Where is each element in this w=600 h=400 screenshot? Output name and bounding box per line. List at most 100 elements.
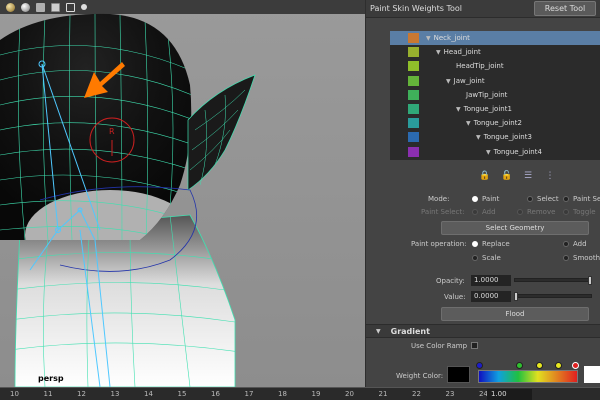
panel-header: Paint Skin Weights Tool Reset Tool xyxy=(366,0,600,18)
influence-color-swatch[interactable] xyxy=(408,118,419,129)
mode-paint-radio[interactable] xyxy=(472,196,478,202)
panel-title: Paint Skin Weights Tool xyxy=(370,4,463,13)
influence-name: ▼ Jaw_joint xyxy=(446,76,485,85)
influence-name: HeadTip_joint xyxy=(456,62,504,71)
paint-select-label: Paint Select: xyxy=(421,208,465,216)
influence-color-swatch[interactable] xyxy=(408,33,419,43)
influence-color-swatch[interactable] xyxy=(408,89,419,100)
influence-row[interactable]: ▼ Jaw_joint xyxy=(390,74,600,88)
timeline-tick-label: 16 xyxy=(211,390,220,398)
influence-name: ▼ Head_joint xyxy=(436,48,481,57)
gradient-section-header[interactable]: ▼ Gradient xyxy=(366,324,600,338)
influence-row[interactable]: HeadTip_joint xyxy=(390,59,600,73)
sort-list-icon[interactable]: ☰ xyxy=(523,172,533,181)
3d-viewport[interactable]: R persp xyxy=(0,0,365,387)
op-replace-label: Replace xyxy=(482,240,510,248)
mode-paint-select-radio[interactable] xyxy=(563,196,569,202)
opacity-slider-thumb[interactable] xyxy=(588,276,592,285)
influence-row[interactable]: JawTip_joint xyxy=(390,88,600,102)
svg-text:R: R xyxy=(109,127,115,136)
influence-row[interactable]: ▼ Head_joint xyxy=(390,45,600,59)
value-slider-thumb[interactable] xyxy=(514,292,518,301)
ramp-handle-yellow-2[interactable] xyxy=(555,362,562,369)
paint-select-toggle-label: Toggle xyxy=(573,208,596,216)
unlock-icon[interactable]: 🔓 xyxy=(501,172,512,181)
reset-tool-button[interactable]: Reset Tool xyxy=(534,1,596,16)
influence-row[interactable]: ▼ Tongue_joint4 xyxy=(390,145,600,159)
paint-select-toggle-radio[interactable] xyxy=(563,209,569,215)
flood-button[interactable]: Flood xyxy=(441,307,589,321)
timeline-tick-label: 20 xyxy=(345,390,354,398)
expand-triangle-icon[interactable]: ▼ xyxy=(476,134,481,141)
value-field[interactable]: 0.0000 xyxy=(471,291,511,302)
mode-paint-select-label: Paint Se xyxy=(573,195,600,203)
expand-triangle-icon[interactable]: ▼ xyxy=(426,35,431,42)
mode-select-radio[interactable] xyxy=(527,196,533,202)
select-geometry-button[interactable]: Select Geometry xyxy=(441,221,589,235)
op-add-radio[interactable] xyxy=(563,241,569,247)
opacity-slider[interactable] xyxy=(514,278,592,282)
tool-settings-panel: Paint Skin Weights Tool Reset Tool ▼ Neck… xyxy=(365,0,600,387)
ramp-handle-green[interactable] xyxy=(516,362,523,369)
paint-operation-label: Paint operation: xyxy=(411,240,467,248)
influence-color-swatch[interactable] xyxy=(408,75,419,86)
expand-triangle-icon[interactable]: ▼ xyxy=(436,49,441,56)
character-mesh[interactable]: R xyxy=(0,0,365,387)
influence-list-toolbar: 🔒 🔓 ☰ ⋮ xyxy=(479,172,555,181)
weight-color-label: Weight Color: xyxy=(396,372,444,380)
op-smooth-radio[interactable] xyxy=(563,255,569,261)
influence-name: ▼ Neck_joint xyxy=(426,34,470,43)
op-scale-radio[interactable] xyxy=(472,255,478,261)
op-smooth-label: Smooth xyxy=(573,254,600,262)
maya-window: R persp Paint Skin Weights Tool Reset To… xyxy=(0,0,600,400)
timeline-tick-label: 21 xyxy=(378,390,388,398)
timeline-tick-label: 19 xyxy=(311,390,321,398)
time-slider[interactable]: 10 11 12 13 14 15 16 17 18 19 20 21 22 23 24 1.00 xyxy=(0,387,600,400)
influence-row[interactable]: ▼ Neck_joint xyxy=(390,31,600,46)
ramp-handle-red[interactable] xyxy=(572,362,579,369)
influence-color-swatch[interactable] xyxy=(408,132,419,143)
expand-triangle-icon[interactable]: ▼ xyxy=(466,120,471,127)
mode-paint-label: Paint xyxy=(482,195,500,203)
current-frame-field[interactable]: 1.00 xyxy=(487,389,532,400)
mode-select-label: Select xyxy=(537,195,559,203)
tree-view-icon[interactable]: ⋮ xyxy=(545,172,555,181)
ramp-color-preview[interactable] xyxy=(584,366,600,383)
lock-icon[interactable]: 🔒 xyxy=(479,172,490,181)
influence-row[interactable]: ▼ Tongue_joint1 xyxy=(390,102,600,116)
opacity-label: Opacity: xyxy=(436,277,465,285)
timeline-tick-label: 23 xyxy=(445,390,455,398)
timeline-tick-label: 12 xyxy=(77,390,86,398)
influence-color-swatch[interactable] xyxy=(408,103,419,114)
paint-select-add-radio[interactable] xyxy=(472,209,478,215)
ramp-handle-blue[interactable] xyxy=(476,362,483,369)
opacity-field[interactable]: 1.0000 xyxy=(471,275,511,286)
paint-select-remove-label: Remove xyxy=(527,208,556,216)
influence-row[interactable]: ▼ Tongue_joint3 xyxy=(390,130,600,144)
influence-row[interactable]: ▼ Tongue_joint2 xyxy=(390,116,600,130)
expand-triangle-icon[interactable]: ▼ xyxy=(486,149,491,156)
weight-color-ramp[interactable] xyxy=(478,370,578,383)
ramp-handle-yellow[interactable] xyxy=(536,362,543,369)
paint-select-add-label: Add xyxy=(482,208,496,216)
influence-color-swatch[interactable] xyxy=(408,47,419,58)
paint-select-remove-radio[interactable] xyxy=(517,209,523,215)
value-label: Value: xyxy=(444,293,466,301)
timeline-tick-label: 17 xyxy=(244,390,254,398)
use-color-ramp-label: Use Color Ramp xyxy=(411,342,468,350)
influence-color-swatch[interactable] xyxy=(408,146,419,157)
expand-triangle-icon[interactable]: ▼ xyxy=(446,78,451,85)
value-slider[interactable] xyxy=(514,294,592,298)
timeline-tick-label: 13 xyxy=(110,390,120,398)
op-scale-label: Scale xyxy=(482,254,501,262)
influence-color-swatch[interactable] xyxy=(408,61,419,72)
use-color-ramp-checkbox[interactable] xyxy=(471,342,478,349)
influence-name: ▼ Tongue_joint1 xyxy=(456,105,512,114)
influence-list[interactable]: ▼ Neck_joint ▼ Head_joint HeadTip_joint ▼ Jaw_… xyxy=(390,31,600,160)
expand-triangle-icon[interactable]: ▼ xyxy=(456,106,461,113)
op-replace-radio[interactable] xyxy=(472,241,478,247)
timeline-tick-label: 18 xyxy=(278,390,287,398)
timeline-tick-label: 22 xyxy=(412,390,421,398)
timeline-tick-label: 14 xyxy=(144,390,153,398)
weight-color-swatch[interactable] xyxy=(447,366,470,383)
